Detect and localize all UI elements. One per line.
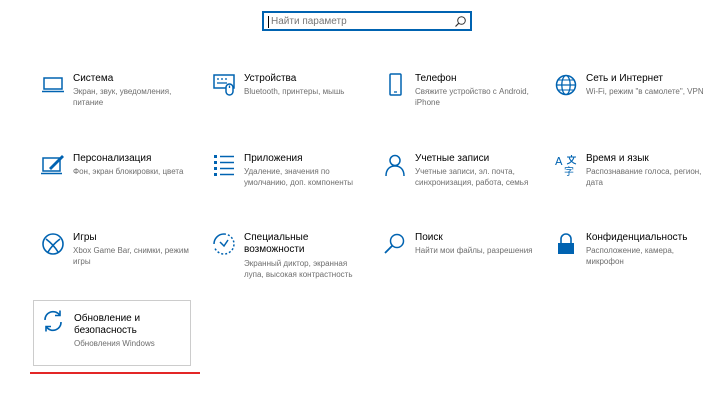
tile-accounts[interactable]: Учетные записи Учетные записи, эл. почта… (383, 153, 543, 223)
tile-update-security[interactable]: Обновление и безопасность Обновления Win… (33, 300, 191, 366)
tile-description: Расположение, камера, микрофон (586, 246, 675, 266)
text-caret (268, 16, 269, 28)
tile-personalization[interactable]: Персонализация Фон, экран блокировки, цв… (41, 153, 201, 223)
svg-text:A: A (555, 155, 563, 168)
tile-title: Обновление и безопасность (74, 313, 141, 336)
tile-title: Конфиденциальность (586, 232, 688, 243)
tile-privacy[interactable]: Конфиденциальность Расположение, камера,… (554, 232, 710, 302)
tile-description: Свяжите устройство с Android, iPhone (415, 87, 529, 107)
tile-title: Телефон (415, 73, 457, 84)
search-placeholder: Найти параметр (271, 16, 347, 27)
personalization-icon (41, 153, 65, 177)
tile-title: Учетные записи (415, 153, 490, 164)
tile-devices[interactable]: Устройства Bluetooth, принтеры, мышь (212, 73, 372, 143)
time-language-icon: A 字 (554, 153, 578, 177)
laptop-icon (41, 73, 65, 97)
tile-title: Приложения (244, 153, 303, 164)
person-icon (383, 153, 407, 177)
tile-system[interactable]: Система Экран, звук, уведомления, питани… (41, 73, 201, 143)
tile-phone[interactable]: Телефон Свяжите устройство с Android, iP… (383, 73, 543, 143)
tile-description: Фон, экран блокировки, цвета (73, 167, 184, 176)
tile-title: Специальные возможности (244, 232, 309, 255)
ease-of-access-icon (212, 232, 236, 256)
red-underline-annotation (30, 372, 200, 374)
globe-icon (554, 73, 578, 97)
tile-time-language[interactable]: A 字 Время и язык Распознавание голоса, р… (554, 153, 710, 223)
settings-search-box[interactable]: Найти параметр (262, 11, 472, 31)
xbox-icon (41, 232, 65, 256)
update-icon (41, 309, 65, 333)
tile-title: Устройства (244, 73, 297, 84)
tile-description: Найти мои файлы, разрешения (415, 246, 533, 255)
search-icon (383, 232, 407, 256)
apps-icon (212, 153, 236, 177)
tile-description: Экран, звук, уведомления, питание (73, 87, 172, 107)
tile-description: Учетные записи, эл. почта, синхронизация… (415, 167, 529, 187)
tile-title: Время и язык (586, 153, 649, 164)
tile-title: Сеть и Интернет (586, 73, 664, 84)
lock-icon (554, 232, 578, 256)
tile-description: Распознавание голоса, регион, дата (586, 167, 702, 187)
tile-apps[interactable]: Приложения Удаление, значения по умолчан… (212, 153, 372, 223)
svg-text:字: 字 (564, 165, 574, 177)
search-icon[interactable] (454, 15, 467, 28)
tile-network[interactable]: Сеть и Интернет Wi-Fi, режим "в самолете… (554, 73, 710, 143)
tile-gaming[interactable]: Игры Xbox Game Bar, снимки, режим игры (41, 232, 201, 302)
tile-description: Обновления Windows (74, 339, 155, 348)
tile-description: Удаление, значения по умолчанию, доп. ко… (244, 167, 354, 187)
tile-ease-of-access[interactable]: Специальные возможности Экранный диктор,… (212, 232, 372, 302)
tile-title: Игры (73, 232, 97, 243)
tile-title: Персонализация (73, 153, 152, 164)
tile-description: Bluetooth, принтеры, мышь (244, 87, 345, 96)
tile-title: Система (73, 73, 114, 84)
tile-description: Wi-Fi, режим "в самолете", VPN (586, 87, 704, 96)
devices-icon (212, 73, 236, 97)
tile-description: Экранный диктор, экранная лупа, высокая … (244, 259, 353, 279)
tile-title: Поиск (415, 232, 443, 243)
tile-description: Xbox Game Bar, снимки, режим игры (73, 246, 189, 266)
tile-search[interactable]: Поиск Найти мои файлы, разрешения (383, 232, 543, 302)
phone-icon (383, 73, 407, 97)
